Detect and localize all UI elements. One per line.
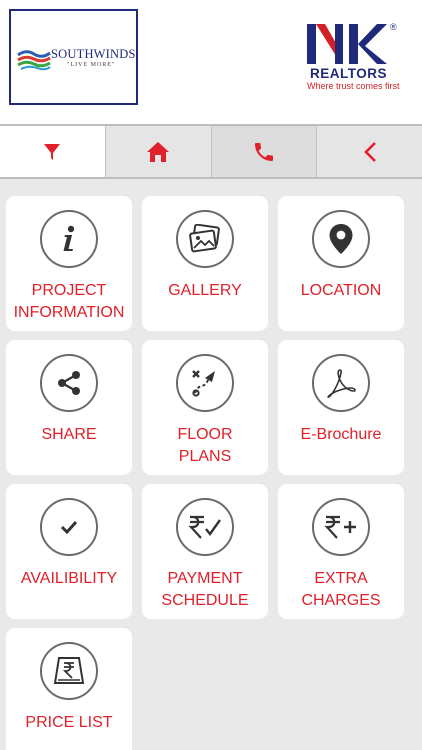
tile-extra-charges[interactable]: EXTRA CHARGES [278, 484, 404, 619]
tile-label: AVAILIBILITY [20, 570, 118, 587]
share-icon [58, 371, 80, 395]
tile-price-list[interactable]: PRICE LIST [6, 628, 132, 750]
tile-label: GALLERY [168, 282, 242, 299]
rupee-plus-icon [324, 515, 356, 539]
location-pin-icon [329, 224, 353, 254]
nav-home-button[interactable] [106, 126, 212, 177]
icon-frame [176, 498, 234, 556]
nav-call-button[interactable] [211, 126, 318, 177]
icon-frame [40, 642, 98, 700]
floor-plan-icon [192, 370, 215, 397]
tile-label: FLOOR PLANS [177, 426, 233, 465]
tile-label: PAYMENT SCHEDULE [161, 570, 249, 609]
tile-label: LOCATION [300, 282, 382, 299]
nav-back-button[interactable] [317, 126, 422, 177]
tile-floor-plans[interactable]: FLOOR PLANS [142, 340, 268, 475]
icon-frame [176, 354, 234, 412]
tile-share[interactable]: SHARE [6, 340, 132, 475]
nk-monogram-icon [307, 24, 387, 64]
tile-e-brochure[interactable]: E-Brochure [278, 340, 404, 475]
pdf-icon [327, 369, 356, 398]
chevron-left-icon [363, 141, 376, 162]
southwinds-logo: SOUTHWINDS "LIVE MORE" [9, 9, 138, 105]
tile-label: SHARE [41, 426, 97, 443]
tile-payment-schedule[interactable]: PAYMENT SCHEDULE [142, 484, 268, 619]
tile-location[interactable]: LOCATION [278, 196, 404, 331]
icon-frame [312, 210, 370, 268]
waves-icon [17, 50, 51, 71]
home-icon [147, 141, 170, 162]
tile-label: PROJECT INFORMATION [13, 282, 125, 321]
registered-mark: ® [390, 22, 397, 32]
info-icon [63, 225, 75, 251]
tile-label: PRICE LIST [25, 714, 113, 731]
nk-realtors-logo: ® REALTORS Where trust comes first [305, 22, 405, 94]
tile-label: E-Brochure [300, 426, 382, 443]
icon-frame [40, 354, 98, 412]
nav-filter-button[interactable] [0, 126, 106, 177]
tile-gallery[interactable]: GALLERY [142, 196, 268, 331]
app-header: SOUTHWINDS "LIVE MORE" ® REALTORS Where … [0, 0, 422, 124]
tile-availability[interactable]: AVAILIBILITY [6, 484, 132, 619]
nk-tagline: Where trust comes first [307, 81, 400, 91]
tile-label: EXTRA CHARGES [301, 570, 381, 609]
icon-frame [176, 210, 234, 268]
gallery-icon [189, 224, 220, 253]
nk-brand: REALTORS [310, 66, 388, 81]
rupee-check-icon [188, 515, 221, 539]
icon-frame [40, 210, 98, 268]
price-list-icon [53, 657, 85, 684]
filter-icon [44, 143, 61, 160]
southwinds-brand: SOUTHWINDS [51, 47, 136, 61]
nav-bar [0, 124, 422, 179]
icon-frame [40, 498, 98, 556]
phone-icon [254, 142, 273, 161]
icon-frame [312, 498, 370, 556]
check-icon [60, 520, 78, 534]
southwinds-tagline: "LIVE MORE" [67, 62, 116, 68]
tile-project-information[interactable]: PROJECT INFORMATION [6, 196, 132, 331]
icon-frame [312, 354, 370, 412]
